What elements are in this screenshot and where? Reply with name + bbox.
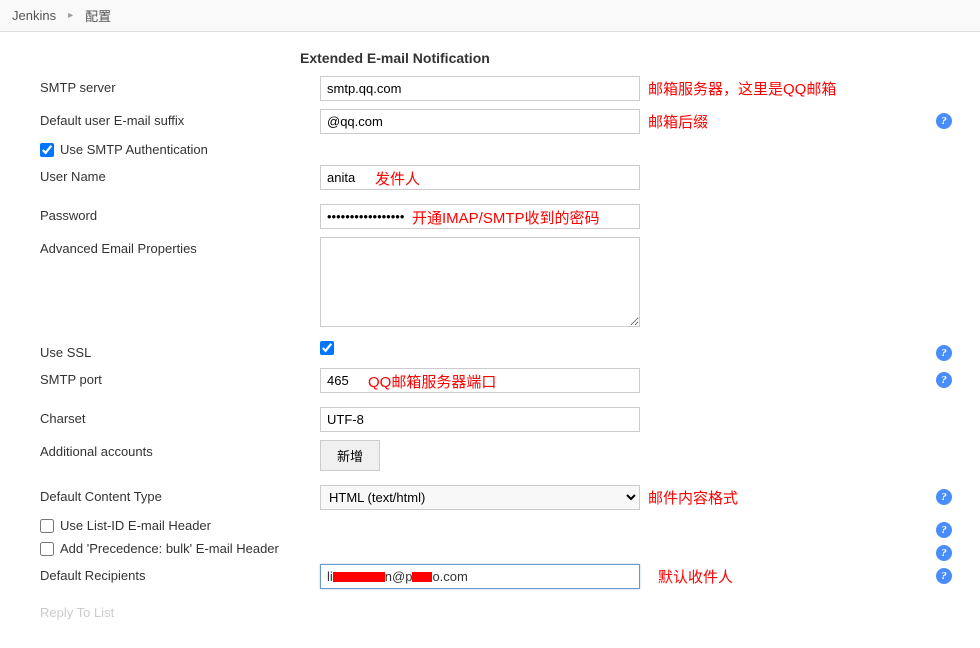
annotation-recipients: 默认收件人 — [658, 566, 733, 587]
precedence-label: Add 'Precedence: bulk' E-mail Header — [60, 541, 279, 556]
annotation-smtp-server: 邮箱服务器，这里是QQ邮箱 — [648, 78, 836, 99]
help-icon[interactable]: ? — [936, 489, 952, 505]
chevron-right-icon: ▸ — [68, 10, 73, 21]
recipients-label: Default Recipients — [20, 564, 320, 583]
use-auth-label: Use SMTP Authentication — [60, 142, 208, 157]
help-icon[interactable]: ? — [936, 345, 952, 361]
help-icon[interactable]: ? — [936, 545, 952, 561]
list-id-label: Use List-ID E-mail Header — [60, 518, 211, 533]
email-suffix-label: Default user E-mail suffix — [20, 109, 320, 128]
annotation-content-type: 邮件内容格式 — [648, 487, 738, 508]
charset-label: Charset — [20, 407, 320, 426]
use-ssl-checkbox[interactable] — [320, 341, 334, 355]
use-auth-checkbox[interactable] — [40, 143, 54, 157]
help-icon[interactable]: ? — [936, 522, 952, 538]
breadcrumb-root[interactable]: Jenkins — [12, 8, 56, 23]
redaction-bar — [333, 572, 385, 582]
precedence-checkbox[interactable] — [40, 542, 54, 556]
smtp-port-label: SMTP port — [20, 368, 320, 387]
annotation-username: 发件人 — [375, 168, 420, 189]
smtp-server-label: SMTP server — [20, 76, 320, 95]
email-suffix-input[interactable] — [320, 109, 640, 134]
charset-input[interactable] — [320, 407, 640, 432]
help-icon[interactable]: ? — [936, 568, 952, 584]
recipients-input[interactable]: lin@po.com — [320, 564, 640, 589]
username-input[interactable] — [320, 165, 640, 190]
breadcrumb-page[interactable]: 配置 — [85, 6, 111, 25]
recipients-mid: n@p — [385, 569, 413, 584]
section-title: Extended E-mail Notification — [300, 42, 960, 76]
content-type-select[interactable]: HTML (text/html) — [320, 485, 640, 510]
smtp-server-input[interactable] — [320, 76, 640, 101]
help-icon[interactable]: ? — [936, 113, 952, 129]
redaction-bar — [412, 572, 432, 582]
password-label: Password — [20, 204, 320, 223]
content-type-label: Default Content Type — [20, 485, 320, 504]
additional-accounts-label: Additional accounts — [20, 440, 320, 459]
breadcrumb: Jenkins ▸ 配置 — [0, 0, 980, 32]
list-id-checkbox[interactable] — [40, 519, 54, 533]
reply-to-label: Reply To List — [20, 601, 320, 620]
annotation-password: 开通IMAP/SMTP收到的密码 — [412, 207, 600, 228]
username-label: User Name — [20, 165, 320, 184]
help-icon[interactable]: ? — [936, 372, 952, 388]
adv-props-label: Advanced Email Properties — [20, 237, 320, 256]
use-ssl-label: Use SSL — [20, 341, 320, 360]
recipients-suffix: o.com — [432, 569, 467, 584]
annotation-smtp-port: QQ邮箱服务器端口 — [368, 371, 496, 392]
add-account-button[interactable]: 新增 — [320, 440, 380, 471]
annotation-email-suffix: 邮箱后缀 — [648, 111, 708, 132]
adv-props-textarea[interactable] — [320, 237, 640, 327]
config-form: Extended E-mail Notification SMTP server… — [0, 32, 980, 648]
